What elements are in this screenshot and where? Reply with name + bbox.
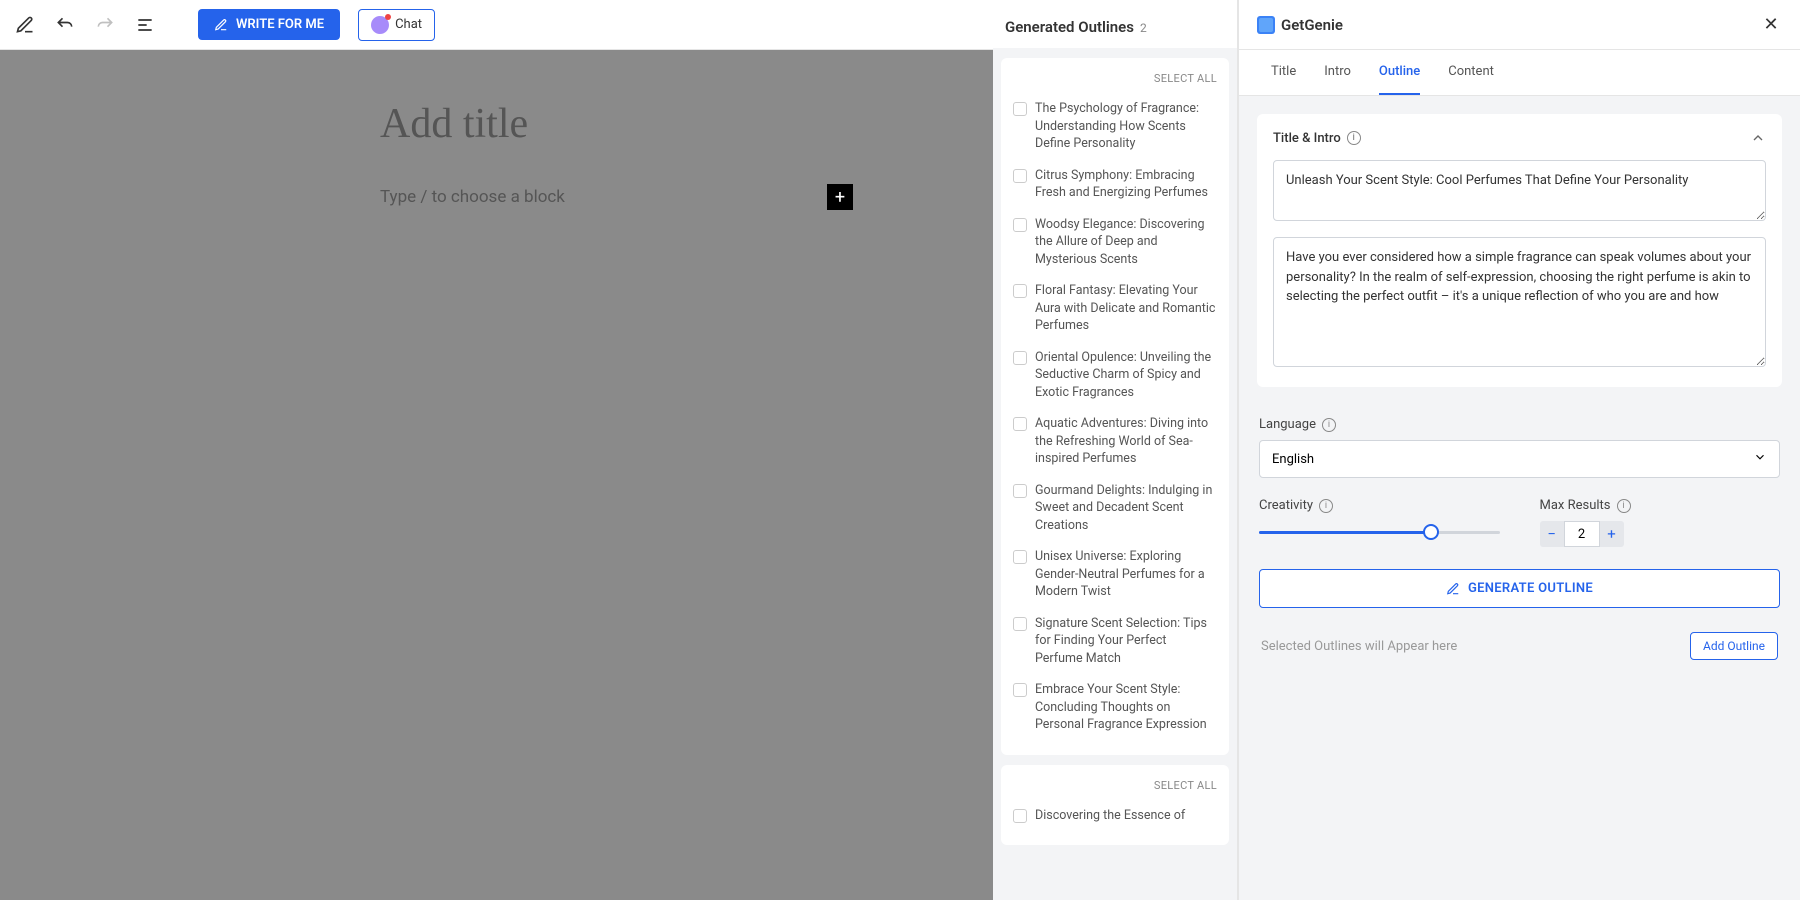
language-label: Language i bbox=[1259, 417, 1780, 432]
outline-text: Floral Fantasy: Elevating Your Aura with… bbox=[1035, 282, 1217, 335]
checkbox-icon[interactable] bbox=[1013, 169, 1027, 183]
language-value: English bbox=[1272, 452, 1314, 467]
outline-text: Embrace Your Scent Style: Concluding Tho… bbox=[1035, 681, 1217, 734]
outline-group-2: SELECT ALL Discovering the Essence of bbox=[1001, 765, 1229, 846]
menu-icon[interactable] bbox=[134, 14, 156, 36]
info-icon[interactable]: i bbox=[1347, 131, 1361, 145]
brand-name: GetGenie bbox=[1281, 16, 1343, 34]
undo-icon[interactable] bbox=[54, 14, 76, 36]
outlines-header: Generated Outlines 2 bbox=[993, 0, 1237, 48]
checkbox-icon[interactable] bbox=[1013, 484, 1027, 498]
outline-item[interactable]: Aquatic Adventures: Diving into the Refr… bbox=[1013, 408, 1217, 475]
panel-tabs: Title Intro Outline Content bbox=[1239, 50, 1800, 96]
outline-text: Aquatic Adventures: Diving into the Refr… bbox=[1035, 415, 1217, 468]
outline-item[interactable]: The Psychology of Fragrance: Understandi… bbox=[1013, 93, 1217, 160]
increment-button[interactable]: + bbox=[1600, 521, 1624, 547]
outline-text: Unisex Universe: Exploring Gender-Neutra… bbox=[1035, 548, 1217, 601]
title-field[interactable] bbox=[1273, 160, 1766, 221]
write-for-me-button[interactable]: WRITE FOR ME bbox=[198, 9, 340, 40]
brand-logo: GetGenie bbox=[1257, 16, 1343, 34]
tab-title[interactable]: Title bbox=[1271, 50, 1296, 95]
checkbox-icon[interactable] bbox=[1013, 550, 1027, 564]
outline-group-1: SELECT ALL The Psychology of Fragrance: … bbox=[1001, 58, 1229, 755]
title-intro-text: Title & Intro bbox=[1273, 131, 1341, 146]
outline-item[interactable]: Gourmand Delights: Indulging in Sweet an… bbox=[1013, 475, 1217, 542]
outline-item[interactable]: Unisex Universe: Exploring Gender-Neutra… bbox=[1013, 541, 1217, 608]
max-results-label: Max Results i bbox=[1540, 498, 1781, 513]
generated-outlines-panel: Generated Outlines 2 SELECT ALL The Psyc… bbox=[993, 0, 1238, 900]
close-button[interactable]: ✕ bbox=[1760, 14, 1782, 36]
outlines-count: 2 bbox=[1140, 21, 1147, 35]
tab-content[interactable]: Content bbox=[1448, 50, 1494, 95]
creativity-label-text: Creativity bbox=[1259, 498, 1313, 513]
checkbox-icon[interactable] bbox=[1013, 218, 1027, 232]
max-results-section: Max Results i − + bbox=[1540, 498, 1781, 547]
selected-placeholder: Selected Outlines will Appear here bbox=[1261, 639, 1457, 654]
chat-btn-label: Chat bbox=[395, 17, 422, 32]
language-label-text: Language bbox=[1259, 417, 1316, 432]
outline-item[interactable]: Signature Scent Selection: Tips for Find… bbox=[1013, 608, 1217, 675]
outlines-title: Generated Outlines bbox=[1005, 18, 1134, 36]
creativity-label: Creativity i bbox=[1259, 498, 1500, 513]
tab-outline[interactable]: Outline bbox=[1379, 50, 1420, 95]
block-input[interactable]: Type / to choose a block bbox=[380, 187, 827, 207]
add-block-button[interactable]: + bbox=[827, 184, 853, 210]
info-icon[interactable]: i bbox=[1322, 418, 1336, 432]
editor-toolbar: WRITE FOR ME Chat bbox=[0, 0, 993, 50]
generate-btn-label: GENERATE OUTLINE bbox=[1468, 581, 1593, 596]
title-intro-section: Title & Intro i bbox=[1257, 114, 1782, 387]
generate-outline-button[interactable]: GENERATE OUTLINE bbox=[1259, 569, 1780, 608]
slider-fill bbox=[1259, 531, 1427, 534]
max-results-value[interactable] bbox=[1564, 521, 1600, 547]
edit-icon[interactable] bbox=[14, 14, 36, 36]
chevron-down-icon bbox=[1753, 450, 1767, 468]
outline-item[interactable]: Floral Fantasy: Elevating Your Aura with… bbox=[1013, 275, 1217, 342]
decrement-button[interactable]: − bbox=[1540, 521, 1564, 547]
outline-text: Discovering the Essence of bbox=[1035, 807, 1185, 825]
outline-item[interactable]: Oriental Opulence: Unveiling the Seducti… bbox=[1013, 342, 1217, 409]
redo-icon[interactable] bbox=[94, 14, 116, 36]
outline-item[interactable]: Embrace Your Scent Style: Concluding Tho… bbox=[1013, 674, 1217, 741]
outline-item[interactable]: Discovering the Essence of bbox=[1013, 800, 1217, 832]
info-icon[interactable]: i bbox=[1617, 499, 1631, 513]
outline-text: Signature Scent Selection: Tips for Find… bbox=[1035, 615, 1217, 668]
select-all-button[interactable]: SELECT ALL bbox=[1013, 779, 1217, 800]
tab-intro[interactable]: Intro bbox=[1324, 50, 1351, 95]
editor-canvas[interactable]: Add title Type / to choose a block + bbox=[0, 50, 993, 900]
title-input[interactable]: Add title bbox=[380, 100, 993, 148]
genie-icon bbox=[1257, 16, 1275, 34]
checkbox-icon[interactable] bbox=[1013, 617, 1027, 631]
creativity-section: Creativity i bbox=[1259, 498, 1500, 547]
chat-button[interactable]: Chat bbox=[358, 9, 435, 41]
outline-text: Gourmand Delights: Indulging in Sweet an… bbox=[1035, 482, 1217, 535]
outline-text: Citrus Symphony: Embracing Fresh and Ene… bbox=[1035, 167, 1217, 202]
checkbox-icon[interactable] bbox=[1013, 284, 1027, 298]
checkbox-icon[interactable] bbox=[1013, 417, 1027, 431]
max-results-stepper: − + bbox=[1540, 521, 1781, 547]
title-intro-label: Title & Intro i bbox=[1273, 131, 1361, 146]
getgenie-panel: GetGenie ✕ Title Intro Outline Content T… bbox=[1238, 0, 1800, 900]
chat-avatar-icon bbox=[371, 16, 389, 34]
outline-text: Woodsy Elegance: Discovering the Allure … bbox=[1035, 216, 1217, 269]
outline-item[interactable]: Woodsy Elegance: Discovering the Allure … bbox=[1013, 209, 1217, 276]
outline-text: Oriental Opulence: Unveiling the Seducti… bbox=[1035, 349, 1217, 402]
checkbox-icon[interactable] bbox=[1013, 351, 1027, 365]
language-section: Language i English Creativity i bbox=[1257, 401, 1782, 664]
add-outline-button[interactable]: Add Outline bbox=[1690, 632, 1778, 660]
checkbox-icon[interactable] bbox=[1013, 809, 1027, 823]
intro-field[interactable] bbox=[1273, 237, 1766, 367]
language-select[interactable]: English bbox=[1259, 440, 1780, 478]
checkbox-icon[interactable] bbox=[1013, 102, 1027, 116]
max-results-label-text: Max Results bbox=[1540, 498, 1611, 513]
select-all-button[interactable]: SELECT ALL bbox=[1013, 72, 1217, 93]
slider-thumb[interactable] bbox=[1423, 524, 1439, 540]
outline-item[interactable]: Citrus Symphony: Embracing Fresh and Ene… bbox=[1013, 160, 1217, 209]
checkbox-icon[interactable] bbox=[1013, 683, 1027, 697]
chevron-up-icon[interactable] bbox=[1750, 130, 1766, 146]
info-icon[interactable]: i bbox=[1319, 499, 1333, 513]
creativity-slider[interactable] bbox=[1259, 523, 1500, 543]
write-btn-label: WRITE FOR ME bbox=[236, 17, 324, 32]
outline-text: The Psychology of Fragrance: Understandi… bbox=[1035, 100, 1217, 153]
